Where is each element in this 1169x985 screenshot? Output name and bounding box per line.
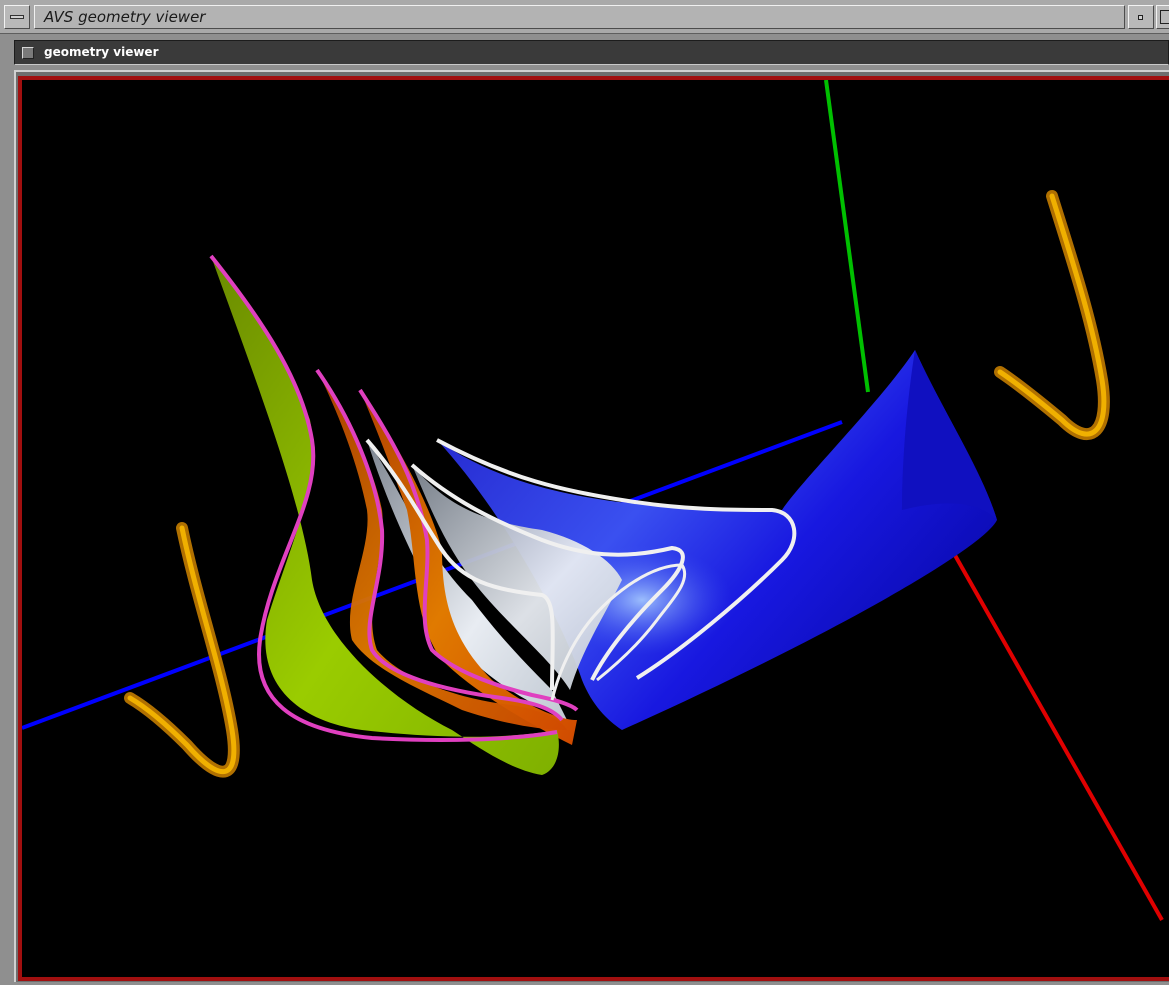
window-titlebar: AVS geometry viewer bbox=[0, 0, 1169, 34]
minimize-button[interactable] bbox=[1128, 5, 1154, 29]
maximize-button[interactable] bbox=[1156, 5, 1169, 29]
geometry-viewport[interactable] bbox=[18, 76, 1169, 981]
right-tube-highlight bbox=[997, 193, 1107, 437]
scene-canvas[interactable] bbox=[22, 80, 1169, 981]
window-menu-button[interactable] bbox=[4, 5, 30, 29]
window-menu-icon bbox=[10, 15, 24, 19]
module-header: geometry viewer bbox=[14, 40, 1169, 65]
module-toggle-checkbox[interactable] bbox=[22, 47, 34, 59]
y-axis-line bbox=[824, 80, 870, 393]
x-axis-line bbox=[950, 549, 1164, 921]
window-title: AVS geometry viewer bbox=[44, 8, 206, 26]
left-tube bbox=[124, 522, 240, 778]
minimize-icon bbox=[1138, 15, 1143, 20]
maximize-icon bbox=[1160, 10, 1169, 24]
module-label: geometry viewer bbox=[44, 45, 159, 59]
blue-surface-rim bbox=[902, 350, 997, 520]
title-bar-drag-area[interactable]: AVS geometry viewer bbox=[34, 5, 1125, 29]
